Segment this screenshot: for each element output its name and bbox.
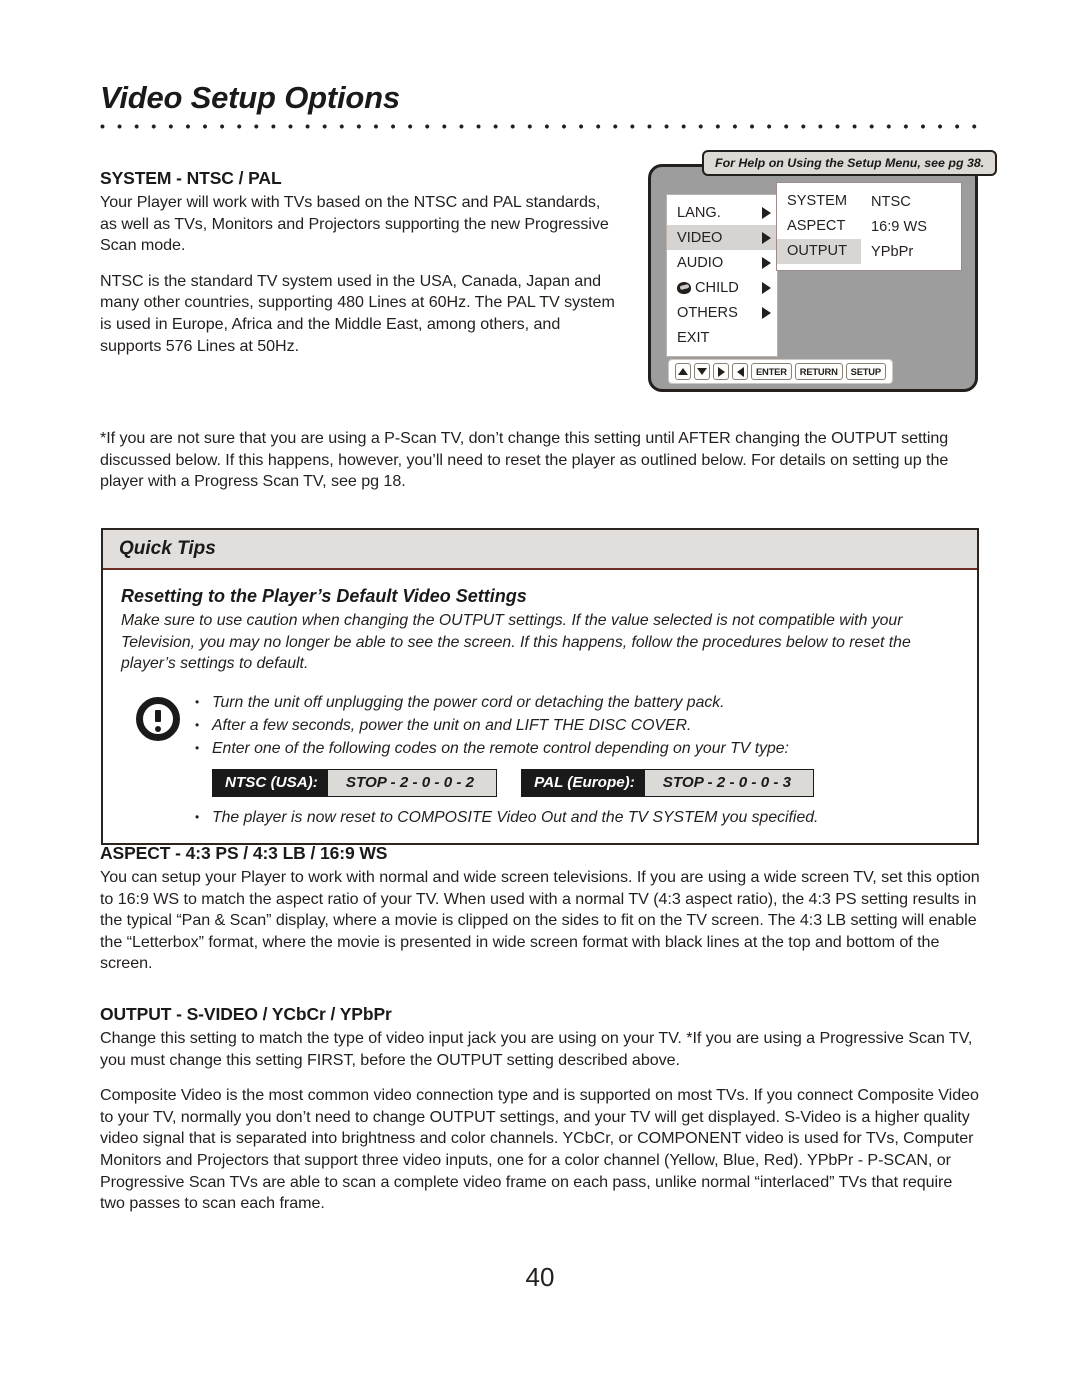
chevron-right-icon — [762, 281, 771, 294]
chevron-right-icon — [762, 206, 771, 219]
quick-tips-step-text: Enter one of the following codes on the … — [212, 739, 789, 757]
quick-tips-header: Quick Tips — [103, 530, 977, 570]
system-section-paragraph-1: Your Player will work with TVs based on … — [100, 193, 609, 255]
warning-exclamation-icon — [121, 691, 195, 829]
video-submenu-row-system[interactable]: SYSTEM NTSC — [777, 189, 961, 214]
quick-tips-box: Quick Tips Resetting to the Player’s Def… — [101, 528, 979, 845]
setup-menu-item-video[interactable]: VIDEO — [667, 225, 777, 250]
quick-tips-step-text: The player is now reset to COMPOSITE Vid… — [212, 808, 819, 826]
triangle-up-icon — [678, 368, 688, 375]
chevron-right-icon — [762, 231, 771, 244]
bullet-icon: • — [195, 740, 200, 755]
chevron-right-icon — [762, 256, 771, 269]
pscan-note: *If you are not sure that you are using … — [100, 428, 980, 493]
setup-menu-panel: LANG. VIDEO AUDIO CHILD OTHERS EXIT — [666, 194, 778, 357]
video-submenu-value: NTSC — [871, 193, 911, 210]
quick-tips-step: • The player is now reset to COMPOSITE Vi… — [195, 806, 959, 829]
nav-arrow-left-icon[interactable] — [732, 363, 748, 380]
setup-menu-item-lang[interactable]: LANG. — [667, 200, 777, 225]
page-title: Video Setup Options — [100, 80, 400, 115]
quick-tips-step: • Enter one of the following codes on the… — [195, 737, 959, 760]
help-tooltip: For Help on Using the Setup Menu, see pg… — [702, 150, 998, 176]
setup-menu-diagram: For Help on Using the Setup Menu, see pg… — [648, 150, 998, 395]
quick-tips-step: • Turn the unit off unplugging the power … — [195, 691, 959, 714]
setup-menu-item-others[interactable]: OTHERS — [667, 300, 777, 325]
nav-button-return[interactable]: RETURN — [794, 363, 843, 380]
bullet-icon: • — [195, 717, 200, 732]
video-submenu-key: ASPECT — [787, 218, 846, 234]
quick-tips-step-text: After a few seconds, power the unit on a… — [212, 716, 692, 734]
remote-key-legend: ENTER RETURN SETUP — [668, 359, 893, 384]
reset-code-label: NTSC (USA): — [213, 769, 328, 796]
system-section: SYSTEM - NTSC / PAL Your Player will wor… — [100, 168, 620, 357]
nav-arrow-down-icon[interactable] — [694, 363, 710, 380]
triangle-left-icon — [736, 366, 744, 377]
bullet-icon: • — [195, 809, 200, 824]
setup-menu-item-child[interactable]: CHILD — [667, 275, 777, 300]
pscan-note-text: *If you are not sure that you are using … — [100, 429, 949, 491]
nav-arrow-up-icon[interactable] — [675, 363, 691, 380]
child-lock-icon — [677, 281, 694, 294]
quick-tips-subtitle: Resetting to the Player’s Default Video … — [121, 586, 527, 606]
bullet-icon: • — [195, 694, 200, 709]
video-submenu-value: 16:9 WS — [871, 218, 927, 235]
output-section-paragraph-2: Composite Video is the most common video… — [100, 1086, 979, 1213]
video-submenu-panel: SYSTEM NTSC ASPECT 16:9 WS OUTPUT YPbPr — [776, 182, 962, 271]
output-section: OUTPUT - S-VIDEO / YCbCr / YPbPr Change … — [100, 1004, 980, 1215]
title-dotted-rule — [100, 123, 980, 129]
page-number: 40 — [525, 1262, 555, 1292]
reset-code-label: PAL (Europe): — [522, 769, 645, 796]
page-header: Video Setup Options — [100, 80, 980, 129]
video-submenu-row-aspect[interactable]: ASPECT 16:9 WS — [777, 214, 961, 239]
reset-code-value: STOP - 2 - 0 - 0 - 2 — [327, 769, 497, 796]
setup-menu-item-label: OTHERS — [677, 304, 738, 321]
reset-code-value: STOP - 2 - 0 - 0 - 3 — [644, 769, 814, 796]
triangle-down-icon — [697, 368, 707, 375]
aspect-section: ASPECT - 4:3 PS / 4:3 LB / 16:9 WS You c… — [100, 843, 980, 975]
video-submenu-row-output[interactable]: OUTPUT YPbPr — [777, 239, 961, 264]
nav-button-setup[interactable]: SETUP — [845, 363, 886, 380]
quick-tips-body: Resetting to the Player’s Default Video … — [103, 570, 977, 843]
output-section-heading: OUTPUT - S-VIDEO / YCbCr / YPbPr — [100, 1004, 392, 1024]
aspect-section-paragraph: You can setup your Player to work with n… — [100, 868, 980, 973]
chevron-right-icon — [762, 306, 771, 319]
setup-menu-item-audio[interactable]: AUDIO — [667, 250, 777, 275]
quick-tips-steps: • Turn the unit off unplugging the power … — [195, 691, 959, 829]
quick-tips-step-text: Turn the unit off unplugging the power c… — [212, 693, 725, 711]
quick-tips-step: • After a few seconds, power the unit on … — [195, 714, 959, 737]
reset-code-box: NTSC (USA): STOP - 2 - 0 - 0 - 2 — [212, 768, 498, 797]
nav-button-enter[interactable]: ENTER — [751, 363, 792, 380]
output-section-paragraph-1: Change this setting to match the type of… — [100, 1029, 973, 1069]
reset-code-row: NTSC (USA): STOP - 2 - 0 - 0 - 2 PAL (Euro… — [212, 768, 959, 797]
video-submenu-key: SYSTEM — [787, 193, 848, 209]
aspect-section-heading: ASPECT - 4:3 PS / 4:3 LB / 16:9 WS — [100, 843, 388, 863]
quick-tips-procedure: • Turn the unit off unplugging the power … — [121, 691, 959, 829]
video-submenu-key: OUTPUT — [777, 239, 861, 264]
setup-menu-item-exit[interactable]: EXIT — [667, 325, 777, 350]
system-section-paragraph-2: NTSC is the standard TV system used in t… — [100, 271, 615, 355]
reset-code-box: PAL (Europe): STOP - 2 - 0 - 0 - 3 — [521, 768, 815, 797]
video-submenu-value: YPbPr — [871, 243, 914, 260]
setup-menu-item-label: AUDIO — [677, 254, 724, 271]
triangle-right-icon — [717, 366, 725, 377]
document-page: Video Setup Options SYSTEM - NTSC / PAL … — [0, 0, 1080, 1397]
setup-menu-item-label: VIDEO — [677, 229, 723, 246]
nav-arrow-right-icon[interactable] — [713, 363, 729, 380]
system-section-heading: SYSTEM - NTSC / PAL — [100, 168, 282, 188]
setup-menu-item-label: CHILD — [677, 280, 758, 296]
setup-menu-item-label: LANG. — [677, 204, 721, 221]
quick-tips-intro: Make sure to use caution when changing t… — [121, 612, 911, 672]
setup-menu-item-label: EXIT — [677, 329, 710, 346]
